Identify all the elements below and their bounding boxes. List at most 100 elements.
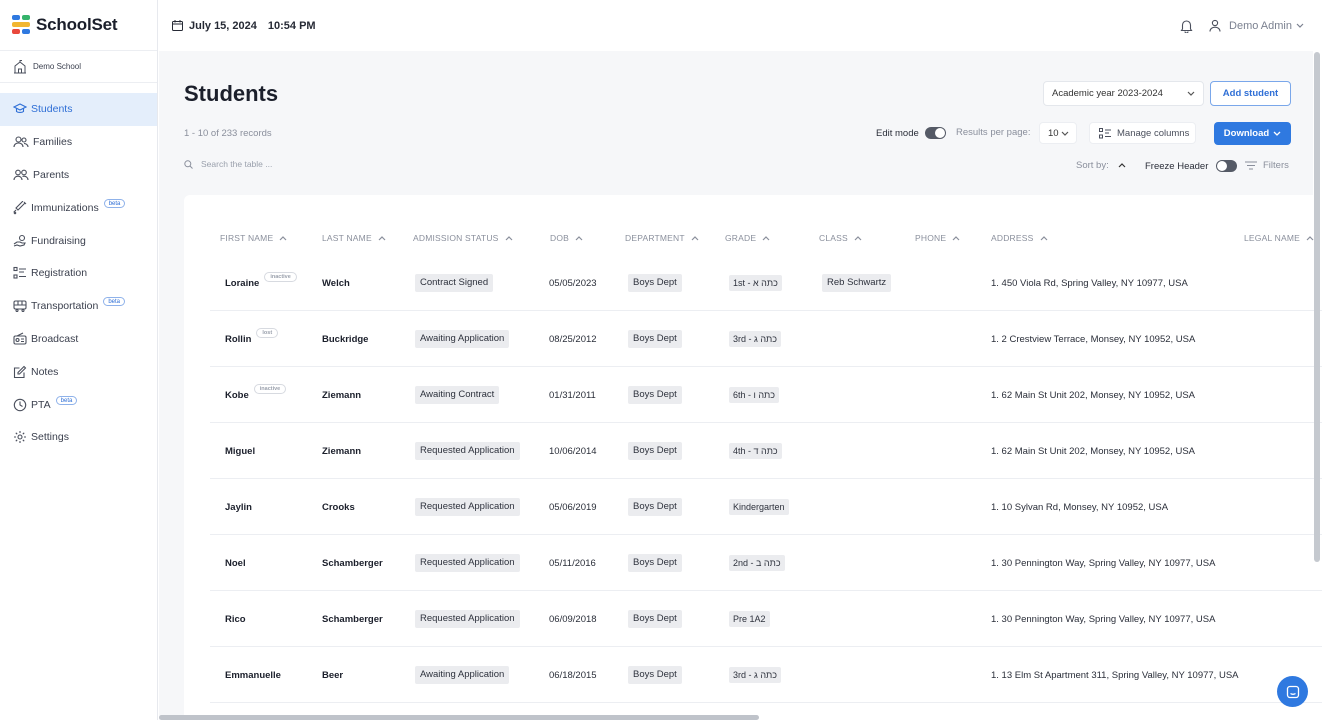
address-cell: 1. 62 Main St Unit 202, Monsey, NY 10952… [991, 389, 1196, 401]
class-tag: Reb Schwartz [822, 274, 892, 292]
sidebar-item-settings[interactable]: Settings [0, 421, 157, 454]
column-header-label: DOB [550, 233, 570, 243]
table-row[interactable]: Kobe inactive Ziemann Awaiting Contract 0… [210, 367, 1322, 423]
column-header-grade[interactable]: GRADE [725, 233, 770, 243]
column-header-phone[interactable]: PHONE [915, 233, 960, 243]
address-cell: 1. 62 Main St Unit 202, Monsey, NY 10952… [991, 445, 1196, 457]
main-content: Students Academic year 2023-2024 Add stu… [159, 51, 1322, 720]
sidebar-item-label: Registration [31, 267, 88, 280]
chevron-down-icon [1187, 91, 1195, 96]
table-row[interactable]: Loraine inactive Welch Contract Signed 05… [210, 255, 1322, 311]
edit-mode-toggle[interactable] [924, 127, 946, 139]
sort-by-control[interactable]: Sort by: [1076, 160, 1126, 171]
table-row[interactable]: Rico Schamberger Requested Application 0… [210, 591, 1322, 647]
sidebar-item-fundraising[interactable]: Fundraising [0, 224, 157, 257]
hand-coin-icon [13, 234, 26, 247]
dob-cell: 05/11/2016 [549, 557, 596, 569]
table-row[interactable]: Emmanuelle Beer Awaiting Application 06/… [210, 647, 1322, 703]
results-per-page-select[interactable]: 10 [1039, 122, 1077, 144]
table-search[interactable]: Search the table ... [184, 159, 272, 169]
note-icon [13, 365, 27, 378]
column-header-last-name[interactable]: LAST NAME [322, 233, 386, 243]
sidebar-item-notes[interactable]: Notes [0, 355, 157, 388]
column-header-dob[interactable]: DOB [550, 233, 583, 243]
sidebar-item-immunizations[interactable]: Immunizations beta [0, 191, 157, 224]
sort-arrow-icon [1040, 235, 1047, 240]
sidebar-item-parents[interactable]: Parents [0, 159, 157, 192]
table-row[interactable]: Noel Schamberger Requested Application 0… [210, 535, 1322, 591]
sidebar-item-transportation[interactable]: Transportation beta [0, 290, 157, 323]
sidebar-item-broadcast[interactable]: Broadcast [0, 323, 157, 356]
dob-cell: 01/31/2011 [549, 389, 596, 401]
vertical-scrollbar[interactable] [1314, 52, 1320, 562]
sidebar-item-students[interactable]: Students [0, 93, 157, 126]
table-row[interactable]: Jaylin Crooks Requested Application 05/0… [210, 479, 1322, 535]
column-header-department[interactable]: DEPARTMENT [625, 233, 699, 243]
first-name-cell: Rollin lost [225, 311, 279, 367]
admission-status-cell: Requested Application [415, 535, 520, 591]
add-student-button[interactable]: Add student [1210, 81, 1291, 106]
last-name-cell: Buckridge [322, 333, 369, 345]
column-header-admission-status[interactable]: ADMISSION STATUS [413, 233, 513, 243]
grade-cell: 4th - כתה ד [729, 423, 782, 479]
sort-arrow-icon [762, 235, 770, 240]
grade-cell: 1st - כתה א [729, 255, 782, 311]
column-header-label: GRADE [725, 233, 757, 243]
department-cell: Boys Dept [628, 311, 682, 367]
column-header-first-name[interactable]: FIRST NAME [220, 233, 287, 243]
current-date: July 15, 2024 [172, 20, 257, 32]
date-text: July 15, 2024 [189, 19, 257, 32]
user-avatar-icon[interactable] [1209, 19, 1221, 32]
last-name-cell: Schamberger [322, 557, 383, 569]
grade-tag: Pre 1A2 [729, 611, 770, 627]
search-icon [184, 159, 193, 169]
grade-cell: Kindergarten [729, 479, 789, 535]
sidebar-item-registration[interactable]: Registration [0, 257, 157, 290]
notification-bell-icon[interactable] [1180, 19, 1193, 33]
grade-cell: 6th - כתה ו [729, 367, 780, 423]
address-cell: 1. 10 Sylvan Rd, Monsey, NY 10952, USA [991, 501, 1169, 513]
academic-year-select[interactable]: Academic year 2023-2024 [1043, 81, 1204, 106]
sort-by-label: Sort by: [1076, 160, 1109, 171]
top-bar: July 15, 2024 10:54 PM Demo Admin [158, 0, 1322, 51]
department-cell: Boys Dept [628, 647, 682, 703]
grade-tag: 2nd - כתה ב [729, 555, 785, 571]
status-pill: lost [256, 328, 279, 338]
column-header-class[interactable]: CLASS [819, 233, 862, 243]
sidebar-item-families[interactable]: Families [0, 126, 157, 159]
download-button[interactable]: Download [1214, 122, 1291, 145]
manage-columns-label: Manage columns [1117, 127, 1190, 139]
table-row[interactable]: Rollin lost Buckridge Awaiting Applicatio… [210, 311, 1322, 367]
column-header-legal-name[interactable]: LEGAL NAME [1244, 233, 1314, 243]
filters-button[interactable]: Filters [1245, 160, 1289, 171]
sidebar-item-pta[interactable]: PTA beta [0, 388, 157, 421]
school-selector[interactable]: Demo School [0, 51, 157, 83]
results-per-page-label: Results per page: [956, 127, 1031, 138]
admission-status-tag: Contract Signed [415, 274, 494, 292]
edit-mode-control: Edit mode [876, 127, 946, 139]
last-name-cell: Crooks [322, 501, 355, 513]
horizontal-scrollbar[interactable] [159, 715, 759, 720]
app-logo[interactable]: SchoolSet [0, 0, 157, 51]
user-menu[interactable]: Demo Admin [1229, 20, 1304, 32]
column-header-address[interactable]: ADDRESS [991, 233, 1048, 243]
filters-label: Filters [1263, 160, 1289, 171]
department-cell: Boys Dept [628, 535, 682, 591]
chat-support-button[interactable] [1277, 676, 1308, 707]
sidebar-item-label: Settings [31, 431, 69, 444]
admission-status-tag: Requested Application [415, 554, 520, 572]
admission-status-tag: Requested Application [415, 442, 520, 460]
freeze-header-toggle[interactable] [1216, 160, 1238, 172]
sidebar-item-label: Students [31, 103, 73, 116]
grade-tag: 3rd - כתה ג [729, 331, 781, 347]
dob-cell: 08/25/2012 [549, 333, 597, 345]
first-name-cell: Jaylin [225, 501, 252, 513]
table-row[interactable]: Miguel Ziemann Requested Application 10/… [210, 423, 1322, 479]
department-tag: Boys Dept [628, 610, 682, 628]
grade-cell: 3rd - כתה ג [729, 647, 781, 703]
gear-icon [14, 431, 26, 444]
edit-mode-label: Edit mode [876, 127, 919, 139]
department-tag: Boys Dept [628, 554, 682, 572]
first-name-cell: Noel [225, 557, 246, 569]
manage-columns-button[interactable]: Manage columns [1089, 122, 1196, 144]
